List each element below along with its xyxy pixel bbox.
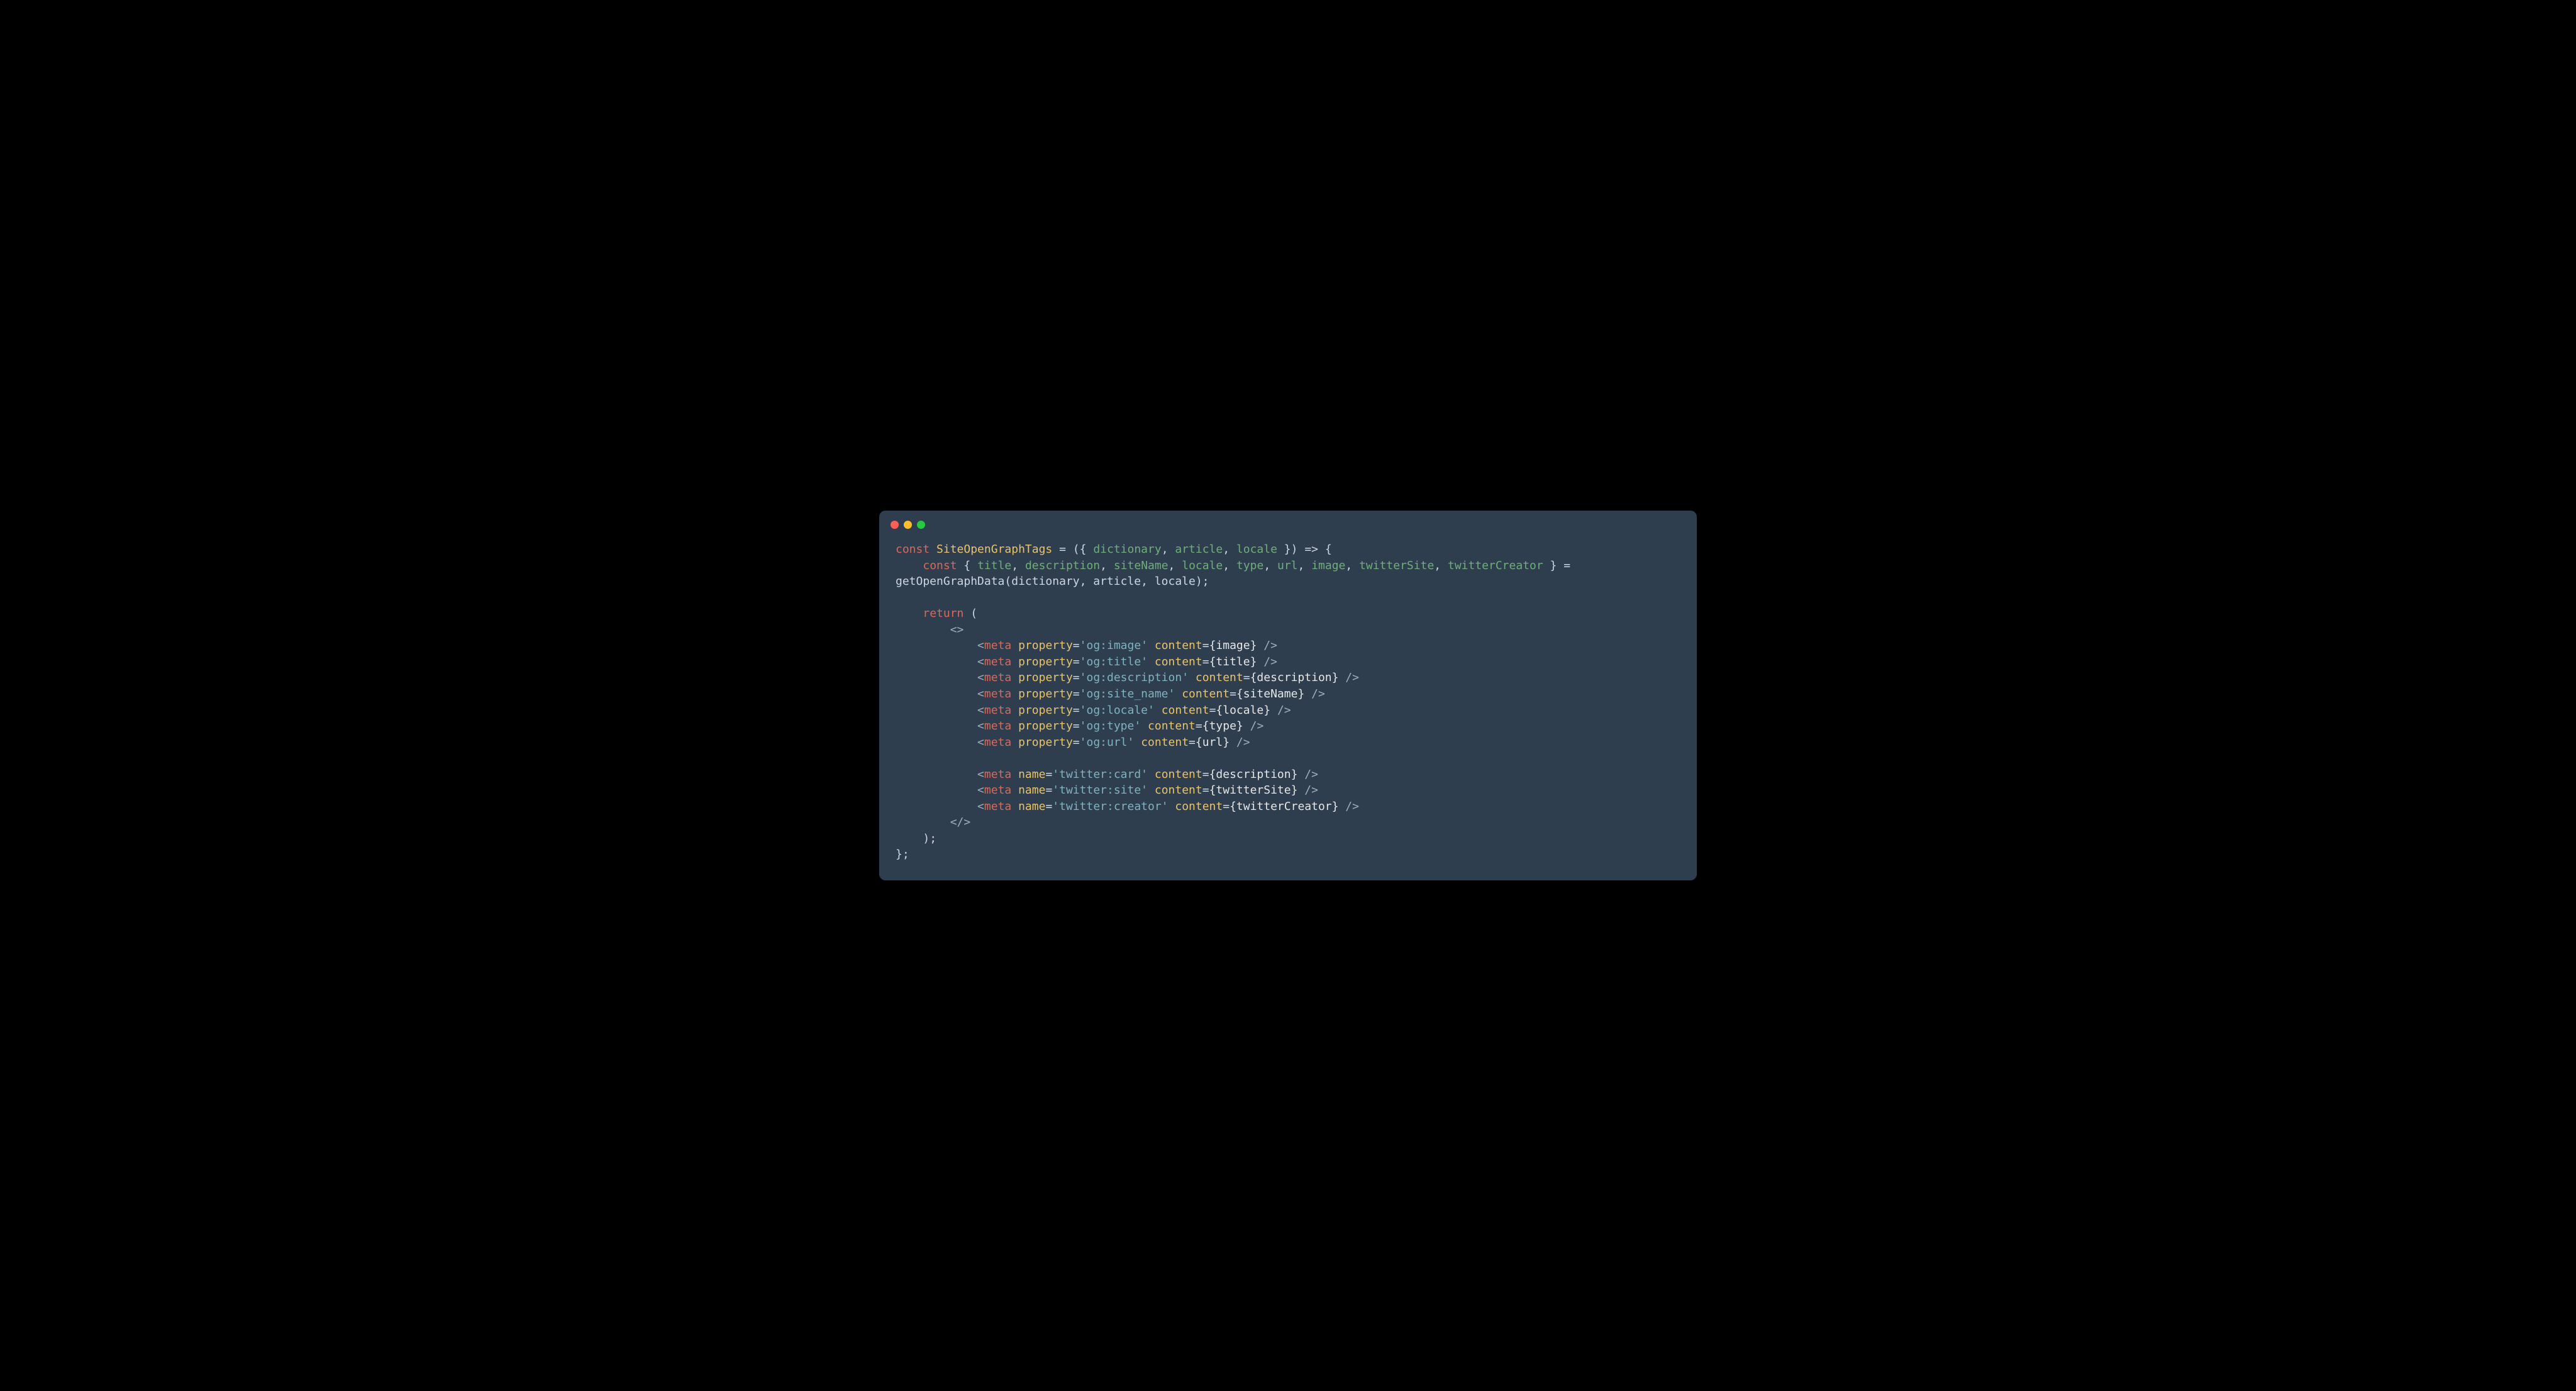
minimize-icon[interactable] [904, 521, 912, 529]
maximize-icon[interactable] [917, 521, 925, 529]
page-background: const SiteOpenGraphTags = ({ dictionary,… [0, 0, 2576, 1391]
component-name: SiteOpenGraphTags [936, 543, 1052, 556]
code-window: const SiteOpenGraphTags = ({ dictionary,… [879, 511, 1697, 880]
keyword-const: const [896, 543, 930, 556]
code-block: const SiteOpenGraphTags = ({ dictionary,… [879, 533, 1697, 880]
close-icon[interactable] [891, 521, 899, 529]
window-titlebar [879, 511, 1697, 533]
